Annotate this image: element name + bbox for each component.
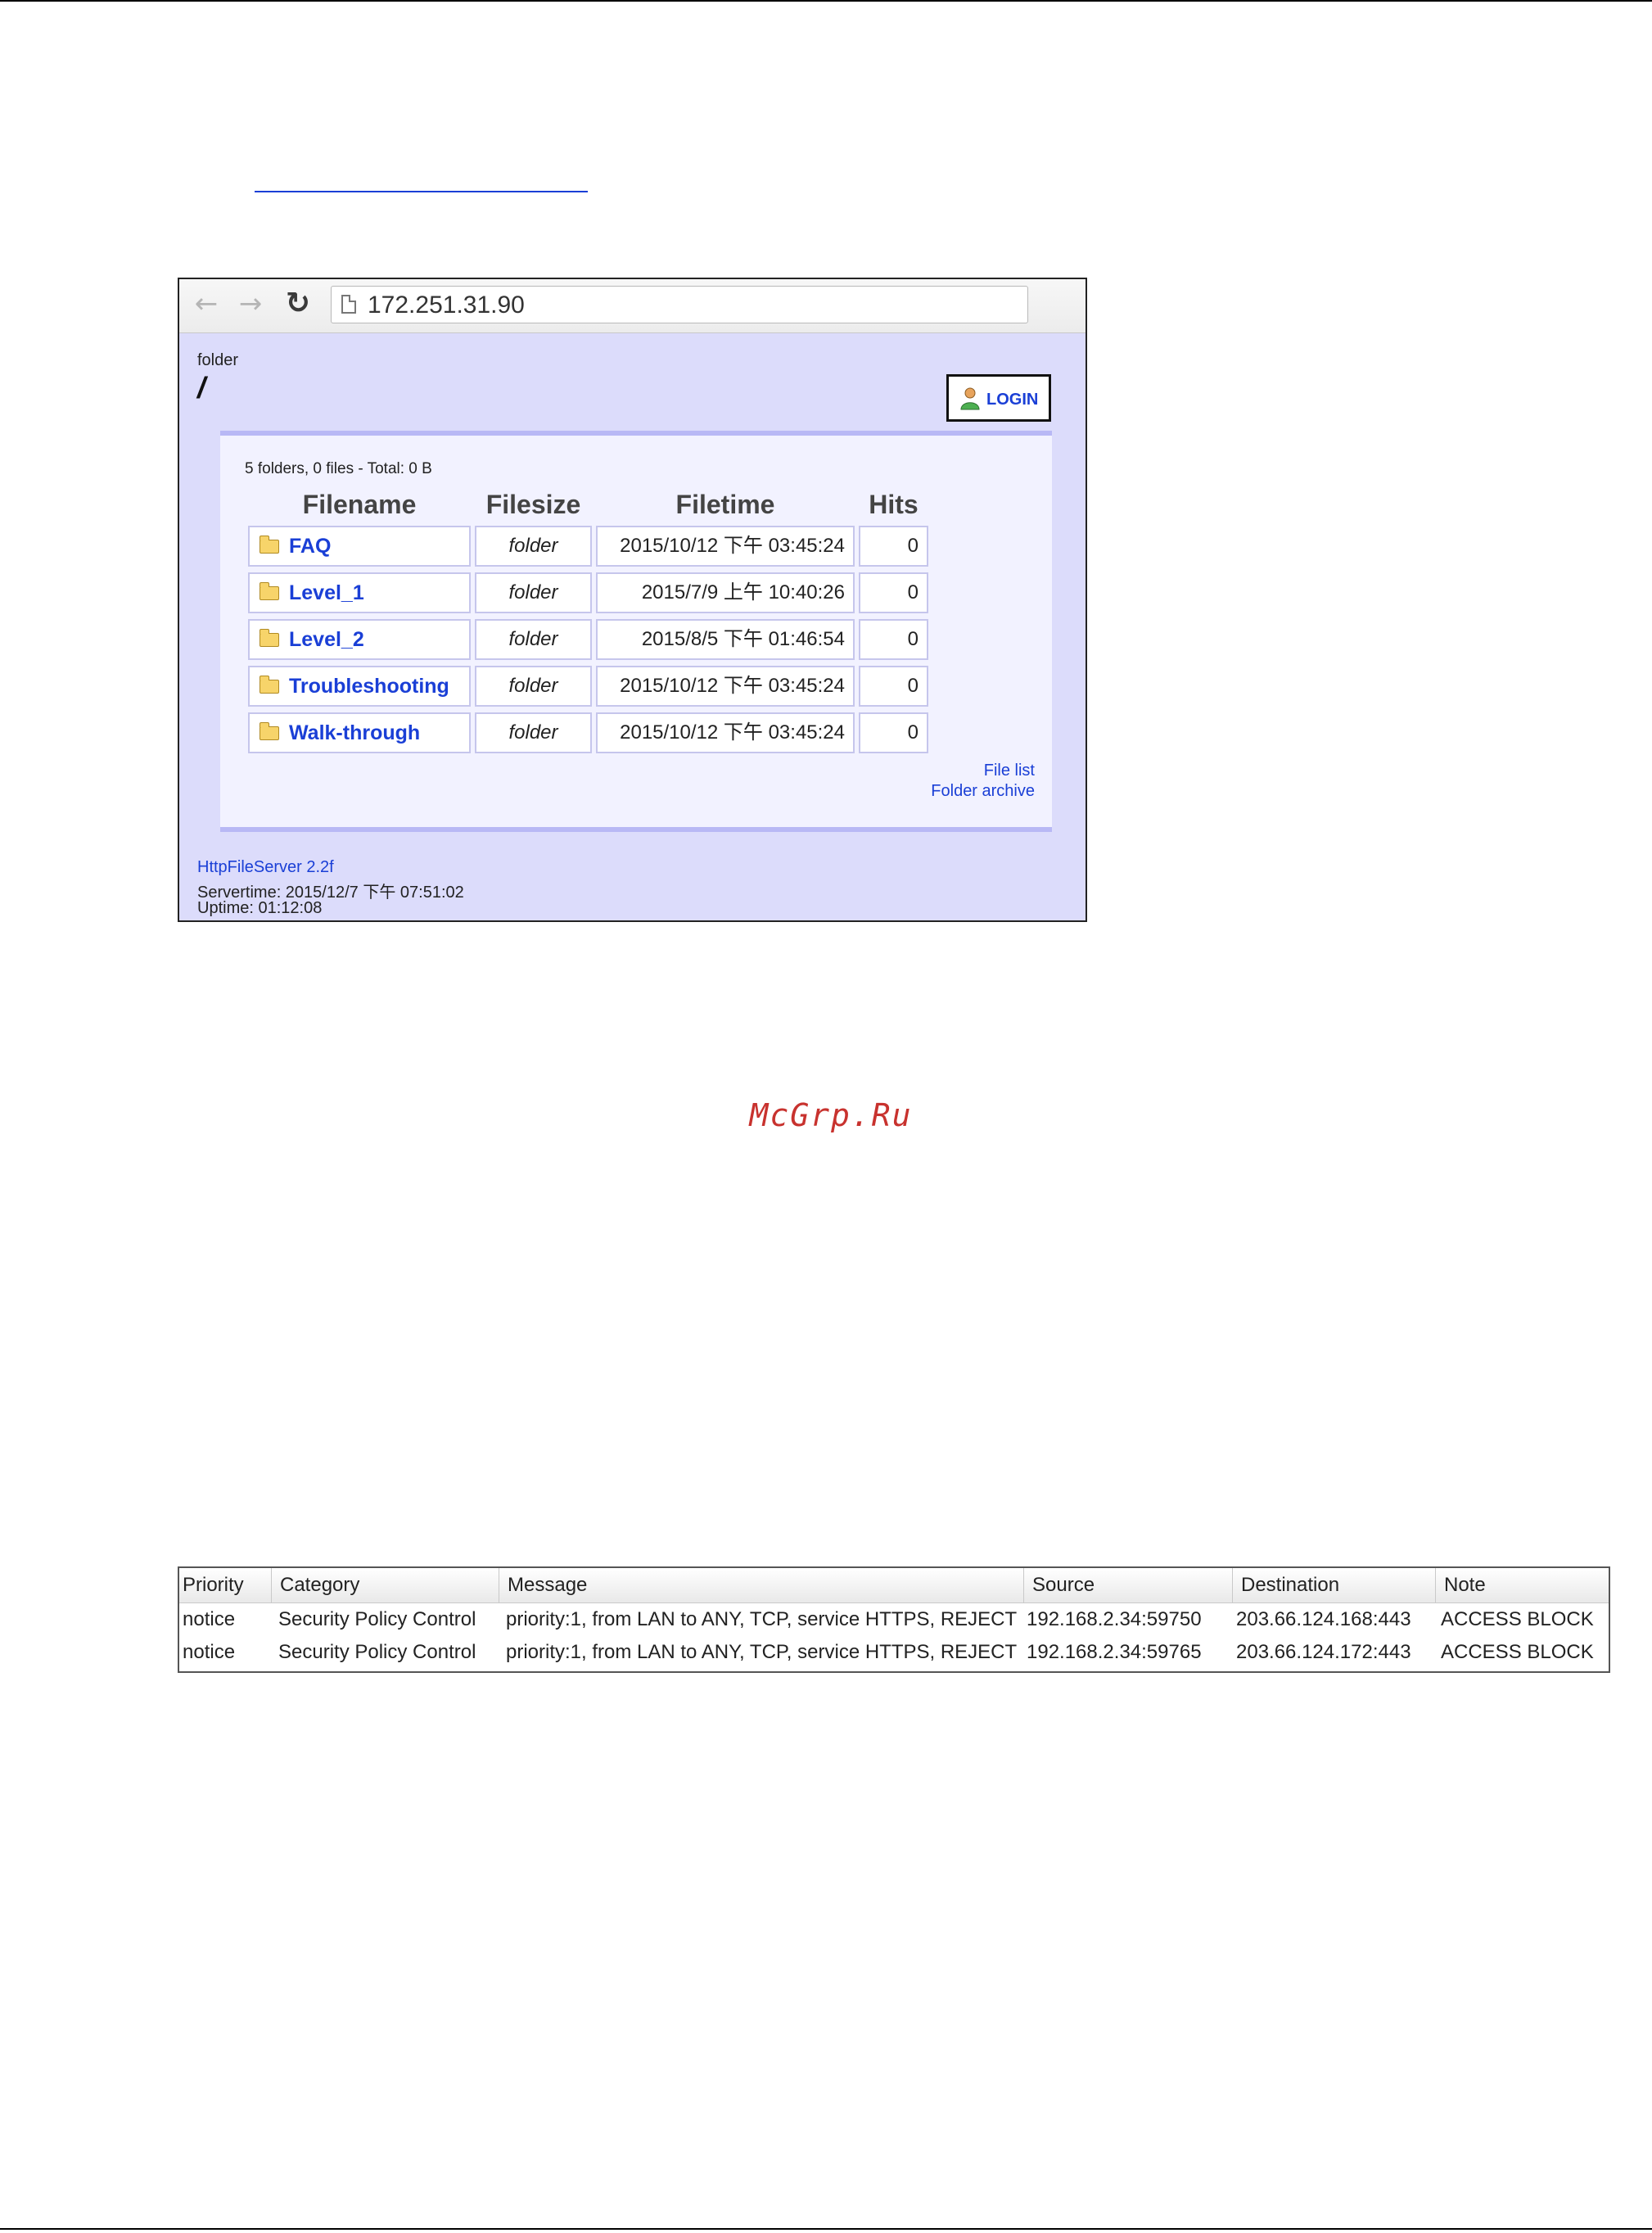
table-row[interactable]: Troubleshooting <box>248 666 471 707</box>
log-table: Priority Category Message Source Destina… <box>178 1566 1610 1673</box>
destination-cell: 203.66.124.168:443 <box>1236 1608 1411 1630</box>
filetime-cell: 2015/7/9 上午 10:40:26 <box>596 572 855 613</box>
table-row[interactable]: Walk-through <box>248 712 471 753</box>
folder-icon <box>260 582 279 600</box>
folder-label: folder <box>197 351 239 369</box>
filesize-cell: folder <box>475 572 592 613</box>
priority-cell: notice <box>183 1641 236 1663</box>
page-icon <box>341 295 356 314</box>
column-header-destination[interactable]: Destination <box>1233 1568 1436 1602</box>
server-name-link[interactable]: HttpFileServer 2.2f <box>197 858 334 877</box>
column-header-priority[interactable]: Priority <box>179 1568 272 1602</box>
filetime-cell: 2015/10/12 下午 03:45:24 <box>596 526 855 567</box>
forward-arrow-icon[interactable]: → <box>235 287 266 320</box>
column-header-category[interactable]: Category <box>272 1568 499 1602</box>
filetime-cell: 2015/10/12 下午 03:45:24 <box>596 712 855 753</box>
folder-summary: 5 folders, 0 files - Total: 0 B <box>245 460 432 477</box>
table-row[interactable]: Level_1 <box>248 572 471 613</box>
column-header-filesize[interactable]: Filesize <box>475 490 592 520</box>
folder-icon <box>260 676 279 694</box>
message-cell: priority:1, from LAN to ANY, TCP, servic… <box>506 1608 1018 1630</box>
document-link-underline[interactable] <box>255 191 588 192</box>
column-header-hits[interactable]: Hits <box>859 490 928 520</box>
priority-cell: notice <box>183 1608 236 1630</box>
hits-cell: 0 <box>859 572 928 613</box>
category-cell: Security Policy Control <box>278 1608 476 1630</box>
note-cell: ACCESS BLOCK <box>1441 1608 1594 1630</box>
user-icon <box>960 387 980 410</box>
folder-link[interactable]: Walk-through <box>289 714 420 752</box>
column-header-filename[interactable]: Filename <box>248 490 471 520</box>
column-header-source[interactable]: Source <box>1024 1568 1233 1602</box>
note-cell: ACCESS BLOCK <box>1441 1641 1594 1663</box>
source-cell: 192.168.2.34:59765 <box>1027 1641 1202 1663</box>
uptime-text: Uptime: 01:12:08 <box>197 899 323 917</box>
filesize-cell: folder <box>475 619 592 660</box>
filesize-cell: folder <box>475 712 592 753</box>
folder-icon <box>260 722 279 740</box>
hits-cell: 0 <box>859 666 928 707</box>
watermark: McGrp.Ru <box>749 1097 913 1133</box>
login-button[interactable]: LOGIN <box>946 374 1051 422</box>
filesize-cell: folder <box>475 666 592 707</box>
table-row[interactable]: Level_2 <box>248 619 471 660</box>
back-arrow-icon[interactable]: ← <box>191 287 222 320</box>
category-cell: Security Policy Control <box>278 1641 476 1663</box>
login-label: LOGIN <box>986 391 1039 409</box>
browser-screenshot: ← → ↻ 172.251.31.90 folder / LOGIN 5 fol… <box>178 278 1087 922</box>
page-top-rule <box>0 0 1652 2</box>
reload-icon[interactable]: ↻ <box>282 287 314 320</box>
filetime-cell: 2015/10/12 下午 03:45:24 <box>596 666 855 707</box>
browser-toolbar: ← → ↻ 172.251.31.90 <box>179 279 1086 333</box>
column-header-message[interactable]: Message <box>499 1568 1024 1602</box>
folder-icon <box>260 536 279 554</box>
hits-cell: 0 <box>859 526 928 567</box>
folder-link[interactable]: FAQ <box>289 527 331 565</box>
column-header-note[interactable]: Note <box>1436 1568 1609 1602</box>
folder-link[interactable]: Level_1 <box>289 574 364 612</box>
folder-icon <box>260 629 279 647</box>
address-bar-url: 172.251.31.90 <box>368 292 525 319</box>
file-list-link[interactable]: File list <box>891 762 1035 780</box>
source-cell: 192.168.2.34:59750 <box>1027 1608 1202 1630</box>
folder-archive-link[interactable]: Folder archive <box>859 782 1035 801</box>
folder-link[interactable]: Level_2 <box>289 621 364 658</box>
hits-cell: 0 <box>859 712 928 753</box>
column-header-filetime[interactable]: Filetime <box>596 490 855 520</box>
file-list-panel: 5 folders, 0 files - Total: 0 B Filename… <box>220 431 1052 832</box>
page-bottom-rule <box>0 2228 1652 2230</box>
folder-path: / <box>197 371 206 405</box>
hits-cell: 0 <box>859 619 928 660</box>
table-row[interactable]: FAQ <box>248 526 471 567</box>
folder-link[interactable]: Troubleshooting <box>289 667 449 705</box>
message-cell: priority:1, from LAN to ANY, TCP, servic… <box>506 1641 1018 1663</box>
destination-cell: 203.66.124.172:443 <box>1236 1641 1411 1663</box>
log-table-header: Priority Category Message Source Destina… <box>179 1568 1609 1603</box>
filetime-cell: 2015/8/5 下午 01:46:54 <box>596 619 855 660</box>
address-bar[interactable]: 172.251.31.90 <box>331 286 1028 323</box>
filesize-cell: folder <box>475 526 592 567</box>
